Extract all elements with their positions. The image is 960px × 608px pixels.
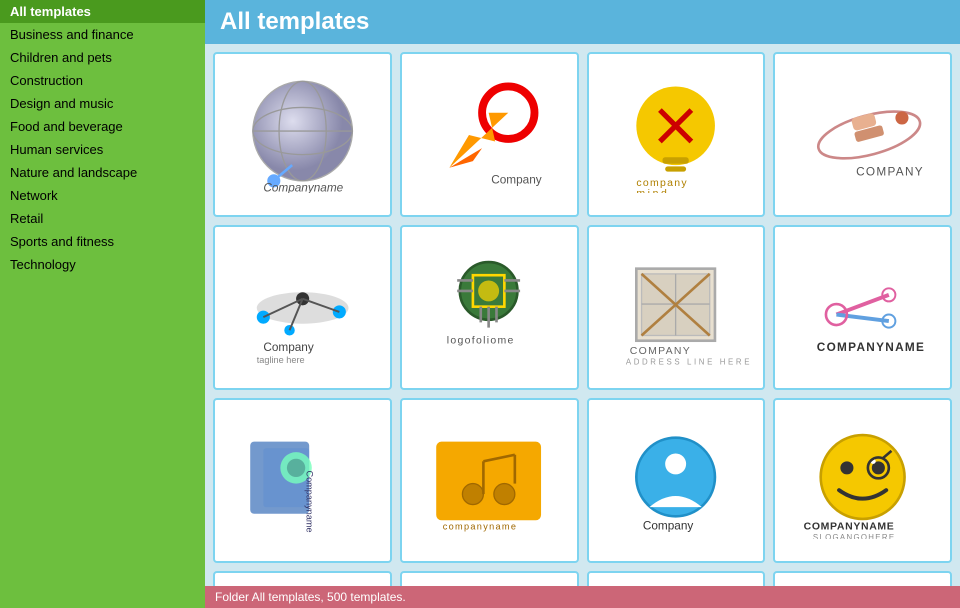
template-card-2[interactable]: Company [400, 52, 579, 217]
sidebar-item-network[interactable]: Network [0, 184, 205, 207]
svg-text:mind: mind [637, 188, 670, 193]
template-card-12[interactable]: COMPANYNAME SLOGANGOHERE [773, 398, 952, 563]
template-card-8[interactable]: COMPANYNAME [773, 225, 952, 390]
svg-text:Company: Company [643, 519, 694, 532]
svg-text:COMPANYNAME: COMPANYNAME [817, 341, 925, 354]
sidebar-item-children-pets[interactable]: Children and pets [0, 46, 205, 69]
template-card-7[interactable]: COMPANY ADDRESS LINE HERE [587, 225, 766, 390]
template-card-4[interactable]: COMPANY [773, 52, 952, 217]
status-bar: Folder All templates, 500 templates. [205, 586, 960, 608]
sidebar-item-food-beverage[interactable]: Food and beverage [0, 115, 205, 138]
svg-text:COMPANY: COMPANY [630, 345, 691, 356]
svg-text:Companyname: Companyname [304, 470, 314, 532]
template-card-6[interactable]: logofoliome [400, 225, 579, 390]
svg-text:SLOGANGOHERE: SLOGANGOHERE [813, 532, 896, 539]
templates-grid: Companyname Company [213, 52, 952, 586]
svg-text:Companyname: Companyname [263, 181, 343, 194]
sidebar-item-retail[interactable]: Retail [0, 207, 205, 230]
sidebar-item-design-music[interactable]: Design and music [0, 92, 205, 115]
svg-text:ADDRESS LINE HERE: ADDRESS LINE HERE [626, 357, 752, 366]
svg-text:tagline here: tagline here [257, 355, 305, 365]
template-card-3[interactable]: company mind [587, 52, 766, 217]
sidebar-item-sports-fitness[interactable]: Sports and fitness [0, 230, 205, 253]
sidebar-item-business-finance[interactable]: Business and finance [0, 23, 205, 46]
template-card-15[interactable] [587, 571, 766, 586]
sidebar: All templates Business and finance Child… [0, 0, 205, 608]
content-area: All templates [205, 0, 960, 608]
templates-scroll[interactable]: Companyname Company [205, 44, 960, 586]
content-header: All templates [205, 0, 960, 44]
svg-text:company: company [637, 178, 689, 189]
svg-text:Company: Company [492, 173, 543, 186]
template-card-16[interactable] [773, 571, 952, 586]
svg-text:companyname: companyname [443, 521, 517, 531]
sidebar-item-technology[interactable]: Technology [0, 253, 205, 276]
template-card-9[interactable]: Companyname [213, 398, 392, 563]
svg-text:COMPANY: COMPANY [856, 165, 924, 178]
sidebar-item-human-services[interactable]: Human services [0, 138, 205, 161]
sidebar-item-all-templates[interactable]: All templates [0, 0, 205, 23]
template-card-13[interactable] [213, 571, 392, 586]
sidebar-item-nature-landscape[interactable]: Nature and landscape [0, 161, 205, 184]
template-card-10[interactable]: companyname [400, 398, 579, 563]
template-card-1[interactable]: Companyname [213, 52, 392, 217]
svg-text:COMPANYNAME: COMPANYNAME [804, 521, 895, 532]
sidebar-item-construction[interactable]: Construction [0, 69, 205, 92]
svg-text:Company: Company [263, 341, 314, 354]
template-card-5[interactable]: Company tagline here [213, 225, 392, 390]
main-container: All templates Business and finance Child… [0, 0, 960, 608]
template-card-11[interactable]: Company [587, 398, 766, 563]
template-card-14[interactable] [400, 571, 579, 586]
svg-text:logofoliome: logofoliome [447, 335, 515, 346]
